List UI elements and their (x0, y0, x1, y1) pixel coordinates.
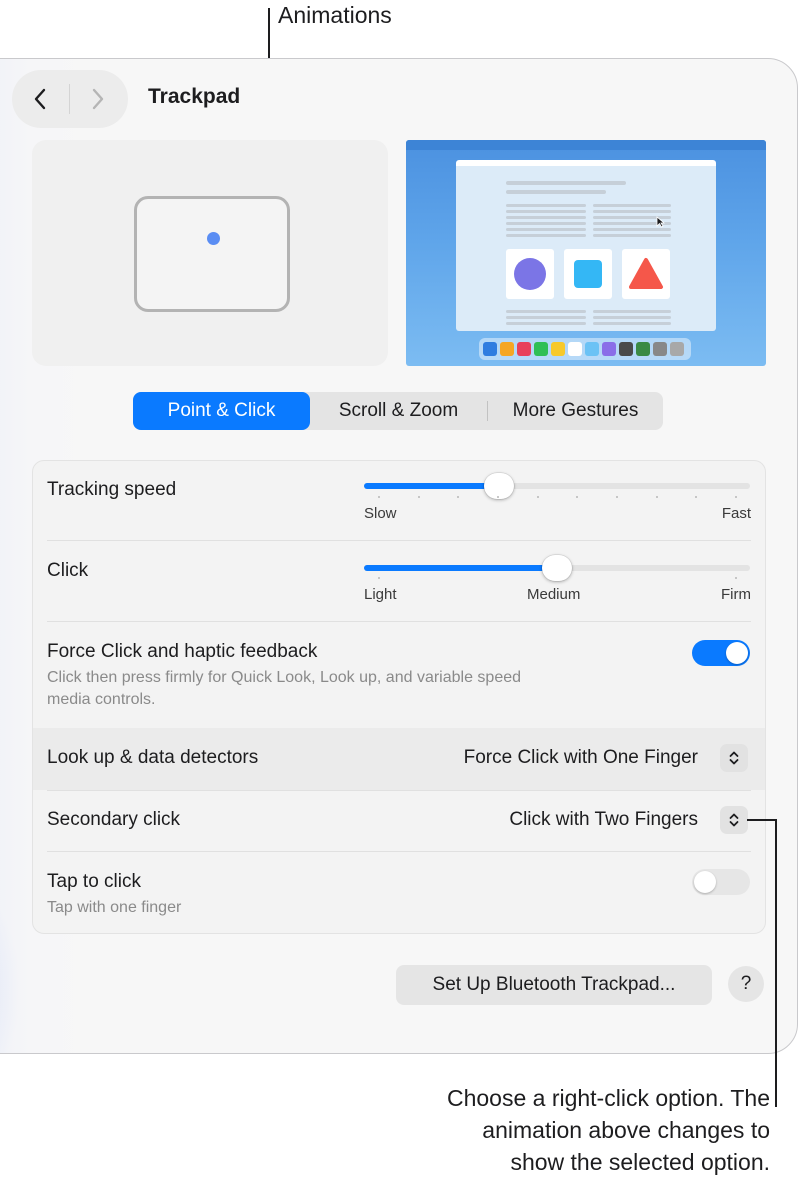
cursor-icon (656, 216, 666, 228)
tracking-speed-tick (457, 496, 460, 498)
click-knob[interactable] (542, 555, 572, 581)
trackpad-animation (32, 140, 388, 366)
tap-to-click-toggle[interactable] (692, 869, 750, 895)
click-tick (735, 577, 737, 579)
force-click-toggle[interactable] (692, 640, 750, 666)
firm-label: Firm (721, 586, 751, 603)
tab-scroll-zoom[interactable]: Scroll & Zoom (310, 392, 487, 430)
tracking-speed-tick (735, 496, 737, 498)
secondary-click-label: Secondary click (47, 809, 181, 830)
click-tick (378, 577, 380, 579)
preview-menubar (406, 140, 766, 150)
finger-dot (207, 232, 220, 245)
chevron-right-icon (92, 88, 104, 110)
tracking-speed-tick (378, 496, 380, 498)
callout-line-2: animation above changes to (482, 1117, 770, 1143)
tab-more-gestures[interactable]: More Gestures (488, 392, 663, 430)
force-click-description-line-1: Click then press firmly for Quick Look, … (47, 669, 522, 686)
screen-preview-animation (406, 140, 766, 366)
page-title: Trackpad (148, 85, 241, 108)
secondary-click-value[interactable]: Click with Two Fingers (509, 809, 698, 831)
animations-callout: Animations (278, 2, 392, 28)
force-click-label: Force Click and haptic feedback (47, 641, 318, 662)
tracking-speed-tick (417, 496, 420, 498)
click-label: Click (47, 560, 89, 581)
secondary-click-callout-line (775, 819, 777, 1107)
callout-line-1: Choose a right-click option. The (446, 1085, 770, 1111)
force-click-row: Force Click and haptic feedback Click th… (33, 622, 765, 727)
tap-to-click-row: Tap to click Tap with one finger (33, 852, 765, 932)
nav-divider (69, 84, 70, 114)
secondary-click-row[interactable]: Secondary click Click with Two Fingers (33, 791, 765, 851)
toggle-knob (726, 642, 748, 664)
tap-to-click-label: Tap to click (47, 871, 141, 892)
preview-tile-triangle (622, 249, 670, 299)
forward-button[interactable] (78, 80, 118, 118)
look-up-value[interactable]: Force Click with One Finger (464, 747, 698, 769)
tracking-speed-row: Tracking speed Slow Fast (33, 461, 765, 541)
tracking-speed-tick (695, 496, 698, 498)
look-up-popup-button[interactable] (720, 744, 748, 772)
slow-label: Slow (364, 505, 397, 522)
callout-line-3: show the selected option. (510, 1149, 770, 1175)
tab-point-click[interactable]: Point & Click (133, 392, 310, 430)
secondary-click-callout-line (747, 819, 776, 821)
fast-label: Fast (721, 505, 751, 522)
tracking-speed-label: Tracking speed (47, 479, 177, 500)
tab-bar: Point & Click Scroll & Zoom More Gesture… (133, 392, 663, 430)
tracking-speed-tick (655, 496, 658, 498)
nav-buttons (12, 70, 128, 128)
look-up-row[interactable]: Look up & data detectors Force Click wit… (33, 728, 765, 790)
click-row: Click Light Medium Firm (33, 541, 765, 622)
secondary-click-callout: Choose a right-click option. The animati… (310, 1082, 770, 1178)
look-up-label: Look up & data detectors (47, 747, 259, 768)
tracking-speed-tick (616, 496, 618, 498)
secondary-click-popup-button[interactable] (720, 806, 748, 834)
up-down-chevron-icon (729, 813, 739, 827)
window-edge-glow (0, 859, 21, 1053)
tracking-speed-tick (497, 496, 499, 498)
preview-tile-square (564, 249, 612, 299)
tracking-speed-knob[interactable] (484, 473, 515, 499)
trackpad-illustration (134, 196, 290, 312)
help-button[interactable]: ? (728, 966, 764, 1002)
tracking-speed-tick (536, 496, 539, 498)
chevron-left-icon (34, 88, 46, 110)
up-down-chevron-icon (729, 751, 739, 765)
tap-to-click-description: Tap with one finger (47, 899, 182, 916)
tracking-speed-fill (364, 483, 500, 489)
click-slider[interactable] (364, 555, 750, 581)
settings-list: Tracking speed Slow Fast Click Light Med… (32, 460, 766, 934)
medium-label: Medium (527, 586, 581, 603)
tracking-speed-tick (576, 496, 579, 498)
back-button[interactable] (20, 80, 60, 118)
toggle-knob (694, 871, 716, 893)
preview-tile-circle (506, 249, 554, 299)
click-fill (364, 565, 557, 571)
force-click-description-line-2: media controls. (47, 691, 156, 708)
tracking-speed-slider[interactable] (364, 473, 750, 499)
preview-dock (479, 338, 691, 360)
preview-window (456, 160, 716, 331)
set-up-bluetooth-trackpad-button[interactable]: Set Up Bluetooth Trackpad... (396, 965, 712, 1005)
light-label: Light (364, 586, 397, 603)
